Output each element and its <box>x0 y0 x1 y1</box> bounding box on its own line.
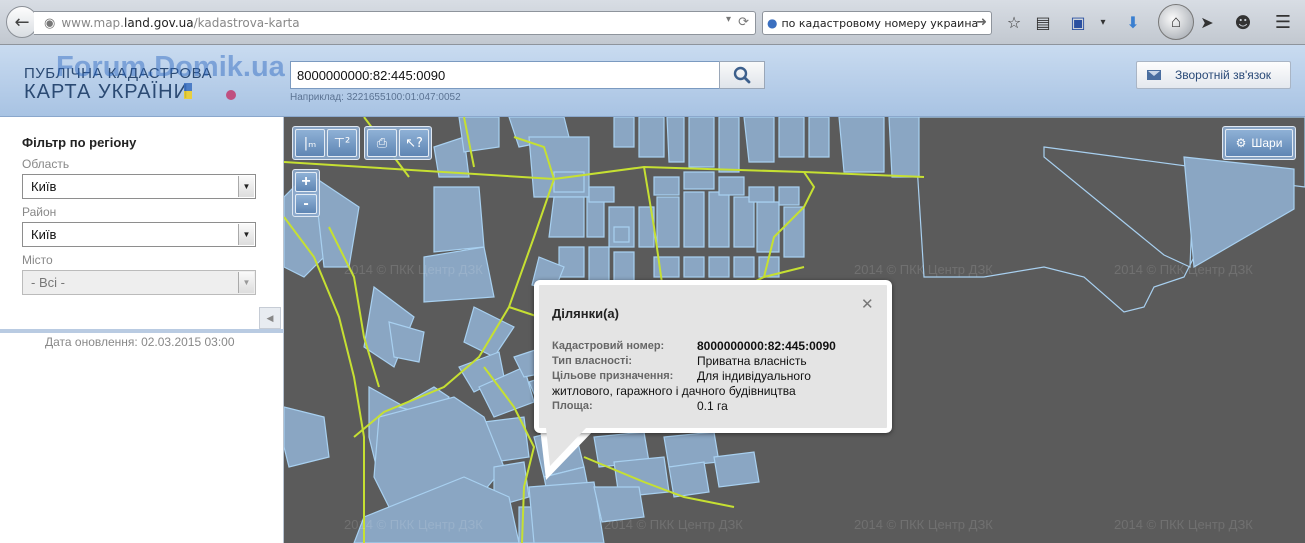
cadastral-number-input[interactable] <box>290 61 720 89</box>
search-go-icon[interactable]: ➜ <box>976 15 987 30</box>
district-select[interactable]: Київ ▼ <box>22 222 256 247</box>
print-identify-tools: ⎙ ↖? <box>364 126 432 160</box>
print-button[interactable]: ⎙ <box>367 129 397 157</box>
bookmark-star-icon[interactable]: ☆ <box>1003 11 1025 33</box>
region-select[interactable]: Київ ▼ <box>22 174 256 199</box>
map-copyright: 2014 © ПКК Центр ДЗК <box>344 517 483 532</box>
chevron-down-icon: ▼ <box>238 272 254 293</box>
layers-button[interactable]: ⚙ Шари <box>1222 126 1296 160</box>
ownership-value: Приватна власність <box>697 354 807 368</box>
url-domain: land.gov.ua <box>123 16 194 30</box>
map-copyright: 2014 © ПКК Центр ДЗК <box>1114 262 1253 277</box>
purpose-value: Для індивідуального <box>697 369 811 383</box>
forum-watermark: Forum.Domik.ua <box>56 51 285 83</box>
app-header: ПУБЛІЧНА КАДАСТРОВА КАРТА УКРАЇНИ Forum.… <box>0 45 1305 117</box>
ruler-icon: |ₘ <box>303 135 317 151</box>
city-select-value: - Всі - <box>31 275 65 290</box>
identify-button[interactable]: ↖? <box>399 129 429 157</box>
area-value: 0.1 га <box>697 399 728 413</box>
zoom-in-button[interactable]: + <box>295 172 317 192</box>
popup-title: Ділянки(а) <box>552 306 619 321</box>
gear-icon: ⚙ <box>1235 136 1247 150</box>
url-dropdown-icon[interactable]: ▾ <box>726 14 731 25</box>
purpose-value-continued: житлового, гаражного і дачного будівницт… <box>552 384 796 398</box>
save-icon[interactable]: ▣ <box>1067 11 1089 33</box>
chevron-left-icon: ◀ <box>266 312 274 323</box>
zoom-out-button[interactable]: - <box>295 194 317 214</box>
close-icon[interactable]: ✕ <box>861 295 874 313</box>
globe-icon: ◉ <box>44 15 56 31</box>
area-label: Площа: <box>552 400 593 412</box>
back-arrow-icon: ← <box>14 11 30 33</box>
address-bar[interactable]: ◉ www.map. land.gov.ua/kadastrova-karta ▾… <box>34 11 756 35</box>
browser-toolbar: ← ◉ www.map. land.gov.ua/kadastrova-karta… <box>0 0 1305 45</box>
url-host: www.map. <box>61 16 124 30</box>
send-icon[interactable]: ➤ <box>1196 11 1218 33</box>
cadastral-search-button[interactable] <box>719 61 765 89</box>
popup-pointer-inner <box>546 428 586 466</box>
search-engine-icon: ● <box>767 16 778 30</box>
update-date: Дата оновлення: 02.03.2015 03:00 <box>45 335 235 349</box>
browser-search-text: по кадастровому номеру украина <box>781 16 979 30</box>
parcel-info-popup: Ділянки(а) ✕ Кадастровий номер: 80000000… <box>534 280 892 433</box>
measure-tools: |ₘ ⊤² <box>292 126 360 160</box>
download-icon[interactable]: ⬇ <box>1122 11 1144 33</box>
feedback-button[interactable]: Зворотній зв'язок <box>1136 61 1291 89</box>
map-copyright: 2014 © ПКК Центр ДЗК <box>854 262 993 277</box>
feedback-label: Зворотній зв'язок <box>1175 68 1272 82</box>
city-label: Місто <box>22 253 53 267</box>
map-toolbar: |ₘ ⊤² ⎙ ↖? <box>292 126 432 160</box>
city-select: - Всі - ▼ <box>22 270 256 295</box>
purpose-label: Цільове призначення: <box>552 370 674 382</box>
menu-icon[interactable]: ☰ <box>1272 11 1294 33</box>
measure-distance-button[interactable]: |ₘ <box>295 129 325 157</box>
district-label: Район <box>22 205 57 219</box>
sidebar-divider <box>0 329 284 333</box>
url-path: /kadastrova-karta <box>193 16 300 30</box>
printer-icon: ⎙ <box>376 135 388 151</box>
save-dropdown-icon[interactable]: ▾ <box>1092 11 1114 33</box>
layers-label: Шари <box>1251 136 1283 150</box>
chevron-down-icon: ▼ <box>238 224 254 245</box>
reload-icon[interactable]: ⟳ <box>738 15 749 30</box>
filter-title: Фільтр по регіону <box>22 135 137 150</box>
logo-dot-icon <box>226 90 236 100</box>
measure-area-button[interactable]: ⊤² <box>327 129 357 157</box>
area-icon: ⊤² <box>333 135 351 151</box>
logo-title-line2: КАРТА УКРАЇНИ <box>24 81 189 103</box>
map-copyright: 2014 © ПКК Центр ДЗК <box>1114 517 1253 532</box>
district-select-value: Київ <box>31 227 57 242</box>
magnifier-icon <box>733 66 751 84</box>
ownership-label: Тип власності: <box>552 355 633 367</box>
region-select-value: Київ <box>31 179 57 194</box>
map-copyright: 2014 © ПКК Центр ДЗК <box>344 262 483 277</box>
cadastral-number-value: 8000000000:82:445:0090 <box>697 339 836 353</box>
envelope-icon <box>1147 70 1161 80</box>
home-icon[interactable]: ⌂ <box>1158 4 1194 40</box>
reading-list-icon[interactable]: ▤ <box>1032 11 1054 33</box>
region-filter-sidebar: Фільтр по регіону Область Київ ▼ Район К… <box>0 117 284 543</box>
region-label: Область <box>22 157 70 171</box>
cadastral-number-label: Кадастровий номер: <box>552 340 665 352</box>
collapse-sidebar-button[interactable]: ◀ <box>259 307 281 329</box>
cadastral-example-hint: Наприклад: 3221655100:01:047:0052 <box>290 92 461 103</box>
map-copyright: 2014 © ПКК Центр ДЗК <box>604 517 743 532</box>
chat-icon[interactable]: ☻ <box>1232 11 1254 33</box>
chevron-down-icon: ▼ <box>238 176 254 197</box>
logo-flag-icon <box>184 83 192 99</box>
pointer-question-icon: ↖? <box>405 135 423 151</box>
zoom-controls: + - <box>292 169 320 217</box>
map-copyright: 2014 © ПКК Центр ДЗК <box>854 517 993 532</box>
browser-search-box[interactable]: ● по кадастровому номеру украина ➜ <box>762 11 992 35</box>
